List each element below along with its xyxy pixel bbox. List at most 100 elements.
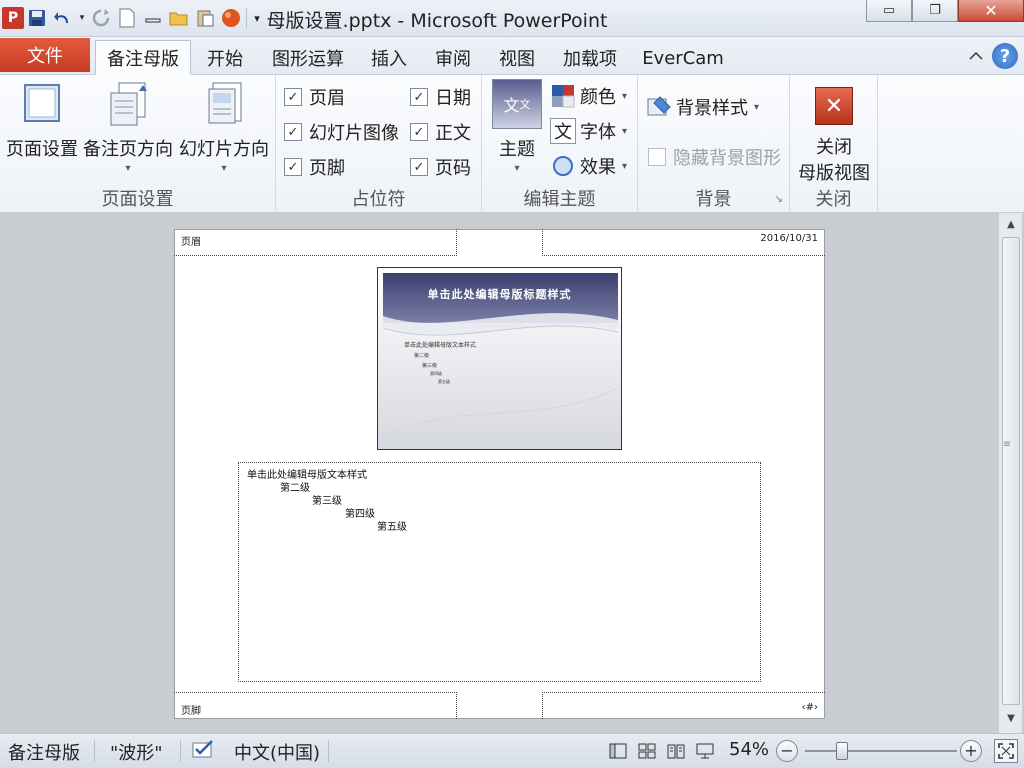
page-setup-icon bbox=[24, 84, 60, 122]
slide-image-placeholder[interactable]: 单击此处编辑母版标题样式 单击此处编辑母版文本样式 第二级 第三级 第四级 第五… bbox=[377, 267, 622, 450]
body-placeholder[interactable]: 单击此处编辑母版文本样式 第二级 第三级 第四级 第五级 bbox=[238, 462, 761, 682]
placeholders-group: ✓ 页眉 ✓ 日期 ✓ 幻灯片图像 ✓ 正文 ✓ 页脚 ✓ 页码 占位符 bbox=[276, 75, 482, 213]
colors-button[interactable]: 颜色 ▾ bbox=[550, 83, 627, 109]
minimize-button[interactable]: ▭ bbox=[866, 0, 912, 22]
body-level-3: 第三级 bbox=[312, 496, 342, 507]
colors-icon bbox=[550, 83, 576, 109]
slide-text-level-5: 第五级 bbox=[438, 379, 450, 384]
background-group-label: 背景 bbox=[695, 189, 732, 210]
page-number-checkbox[interactable]: ✓ 页码 bbox=[410, 154, 471, 180]
scroll-up-icon[interactable]: ▲ bbox=[1003, 219, 1019, 235]
tab-review[interactable]: 审阅 bbox=[424, 41, 482, 75]
tab-add-ins[interactable]: 加载项 bbox=[552, 41, 628, 75]
footer-placeholder[interactable]: 页脚 bbox=[174, 692, 457, 719]
scroll-down-icon[interactable]: ▼ bbox=[1003, 713, 1019, 729]
slide-image-checkbox[interactable]: ✓ 幻灯片图像 bbox=[284, 119, 399, 145]
restore-button[interactable]: ❐ bbox=[912, 0, 958, 22]
page-number-placeholder[interactable]: ‹#› bbox=[542, 692, 825, 719]
date-placeholder[interactable]: 2016/10/31 bbox=[542, 229, 825, 256]
header-checkbox[interactable]: ✓ 页眉 bbox=[284, 84, 345, 110]
zoom-in-button[interactable]: + bbox=[960, 740, 982, 762]
slide-sorter-icon[interactable] bbox=[636, 741, 658, 761]
header-check-icon: ✓ bbox=[284, 88, 302, 106]
edit-theme-group-label: 编辑主题 bbox=[523, 189, 596, 210]
header-text: 页眉 bbox=[181, 237, 201, 248]
slide-orientation-icon bbox=[208, 82, 242, 124]
theme-preview-icon: 文文 bbox=[492, 79, 542, 129]
notes-orientation-button[interactable]: 备注页方向 ▾ bbox=[80, 79, 176, 174]
fit-to-window-icon[interactable] bbox=[994, 739, 1018, 763]
slide-orientation-label: 幻灯片方向 bbox=[179, 139, 269, 160]
themes-button[interactable]: 文文 主题 ▾ bbox=[490, 79, 544, 174]
body-checkbox[interactable]: ✓ 正文 bbox=[410, 119, 471, 145]
body-level-5: 第五级 bbox=[377, 522, 407, 533]
tab-shape-operations[interactable]: 图形运算 bbox=[262, 41, 354, 75]
effects-button[interactable]: 效果 ▾ bbox=[550, 153, 627, 179]
close-window-button[interactable]: ✕ bbox=[958, 0, 1024, 22]
slide-show-icon[interactable] bbox=[694, 741, 716, 761]
date-text: 2016/10/31 bbox=[760, 233, 818, 244]
reading-view-icon[interactable] bbox=[665, 741, 687, 761]
close-master-view-label-1: 关闭 bbox=[816, 137, 852, 158]
placeholders-group-label: 占位符 bbox=[351, 189, 406, 210]
status-bar: 备注母版 "波形" 中文(中国) 54% − + bbox=[0, 733, 1024, 768]
page-setup-label: 页面设置 bbox=[6, 139, 78, 160]
slide-orientation-button[interactable]: 幻灯片方向 ▾ bbox=[176, 79, 272, 174]
fonts-label: 字体 bbox=[580, 122, 616, 143]
fonts-button[interactable]: 文 字体 ▾ bbox=[550, 118, 627, 144]
tab-view[interactable]: 视图 bbox=[488, 41, 546, 75]
title-bar: P ▾ ▾ 母版设置.pptx - Microsoft PowerPoint ▭… bbox=[0, 0, 1024, 37]
background-styles-button[interactable]: 背景样式 ▾ bbox=[646, 94, 759, 120]
header-placeholder[interactable]: 页眉 bbox=[174, 229, 457, 256]
page-number-check-icon: ✓ bbox=[410, 158, 428, 176]
date-checkbox[interactable]: ✓ 日期 bbox=[410, 84, 471, 110]
effects-dropdown-icon: ▾ bbox=[622, 160, 628, 172]
body-level-2: 第二级 bbox=[280, 483, 310, 494]
background-dialog-launcher[interactable]: ↘ bbox=[775, 194, 783, 205]
spell-check-icon[interactable] bbox=[190, 739, 220, 763]
scrollbar-grip-icon: ≡ bbox=[1002, 439, 1012, 450]
slide-title-text: 单击此处编辑母版标题样式 bbox=[427, 288, 572, 301]
edit-theme-group: 文文 主题 ▾ 颜色 ▾ 文 字体 ▾ 效果 ▾ 编辑主题 bbox=[482, 75, 638, 213]
status-language[interactable]: 中文(中国) bbox=[234, 739, 320, 765]
colors-label: 颜色 bbox=[580, 87, 616, 108]
tab-file[interactable]: 文件 bbox=[0, 38, 90, 72]
footer-checkbox-label: 页脚 bbox=[309, 158, 345, 179]
status-view-name: 备注母版 bbox=[8, 743, 80, 764]
theme-glyph-small: 文 bbox=[519, 98, 531, 111]
close-master-view-button[interactable]: ✕ 关闭 母版视图 bbox=[794, 87, 874, 185]
tab-evercam[interactable]: EverCam bbox=[636, 41, 730, 75]
slide-text-level-1: 单击此处编辑母版文本样式 bbox=[404, 342, 477, 349]
footer-text: 页脚 bbox=[181, 706, 201, 717]
scrollbar-thumb[interactable] bbox=[1002, 237, 1020, 705]
ribbon: 页面设置 备注页方向 ▾ 幻灯片方向 ▾ 页面设置 ✓ 页眉 ✓ 日期 ✓ 幻灯… bbox=[0, 75, 1024, 213]
background-styles-icon bbox=[646, 94, 672, 120]
normal-view-icon[interactable] bbox=[607, 741, 629, 761]
fonts-icon: 文 bbox=[550, 118, 576, 144]
help-icon[interactable]: ? bbox=[992, 43, 1018, 69]
vertical-scrollbar[interactable]: ▲ ≡ ▼ bbox=[998, 213, 1022, 733]
minimize-ribbon-icon[interactable] bbox=[968, 49, 984, 63]
status-theme-name[interactable]: "波形" bbox=[110, 739, 163, 765]
page-setup-group: 页面设置 备注页方向 ▾ 幻灯片方向 ▾ 页面设置 bbox=[0, 75, 276, 213]
slide-image-checkbox-label: 幻灯片图像 bbox=[309, 123, 399, 144]
hide-background-checkbox[interactable]: 隐藏背景图形 bbox=[648, 144, 781, 170]
background-styles-label: 背景样式 bbox=[676, 98, 748, 119]
close-master-view-icon: ✕ bbox=[815, 87, 853, 125]
close-master-view-label-2: 母版视图 bbox=[798, 163, 870, 184]
zoom-level[interactable]: 54% bbox=[729, 739, 769, 760]
slide-text-level-2: 第二级 bbox=[414, 353, 430, 359]
zoom-out-button[interactable]: − bbox=[776, 740, 798, 762]
slide-image-check-icon: ✓ bbox=[284, 123, 302, 141]
footer-check-icon: ✓ bbox=[284, 158, 302, 176]
theme-glyph: 文 bbox=[503, 96, 520, 115]
tab-notes-master[interactable]: 备注母版 bbox=[95, 40, 191, 75]
effects-icon bbox=[550, 153, 576, 179]
zoom-slider-track[interactable] bbox=[805, 750, 957, 752]
footer-checkbox[interactable]: ✓ 页脚 bbox=[284, 154, 345, 180]
themes-label: 主题 bbox=[499, 139, 535, 160]
tab-insert[interactable]: 插入 bbox=[360, 41, 418, 75]
zoom-slider-thumb[interactable] bbox=[836, 742, 848, 760]
page-setup-button[interactable]: 页面设置 bbox=[4, 79, 80, 161]
tab-home[interactable]: 开始 bbox=[196, 41, 254, 75]
